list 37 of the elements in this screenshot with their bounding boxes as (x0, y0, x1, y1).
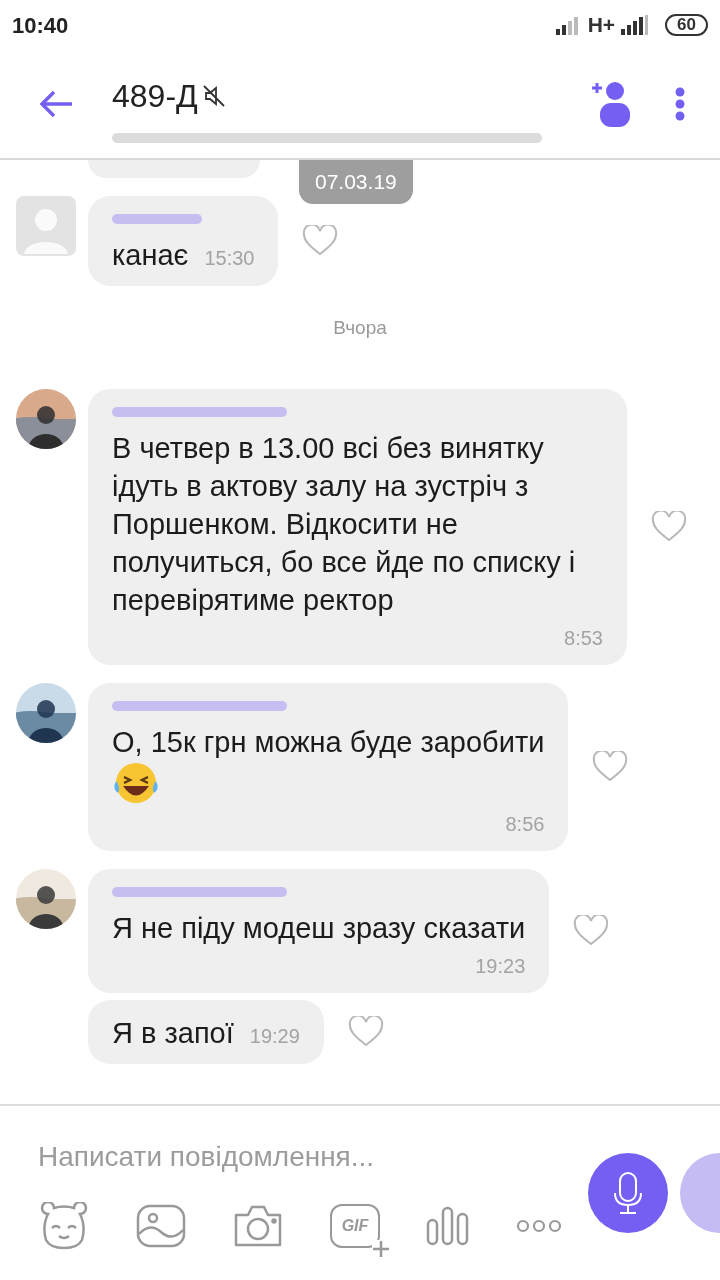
battery-indicator: 60 (665, 14, 708, 36)
message-bubble[interactable]: В четвер в 13.00 всі без винятку ідуть в актову залу на зустріч з Поршенком. Відкосити не получиться, бо все йде по списку і перевірятиме ректор 8:53 (88, 388, 627, 665)
message-time: 19:29 (249, 1023, 300, 1049)
heart-icon[interactable] (302, 225, 339, 257)
message-bubble[interactable]: О, 15к грн можна буде заробити 8:56 (88, 682, 569, 851)
camera-icon[interactable] (232, 1203, 284, 1249)
date-pill: 07.03.19 (299, 160, 413, 204)
message-text: В четвер в 13.00 всі без винятку ідуть в актову залу на зустріч з Поршенком. Відкосити не получиться, бо все йде по списку і перевірятиме ректор (112, 430, 577, 618)
message-time: 8:56 (505, 811, 545, 837)
chat-title: 489-Д (112, 77, 198, 116)
message-bubble[interactable]: Я в запої 19:29 (88, 999, 324, 1064)
signal-icon (621, 15, 650, 35)
more-icon[interactable] (516, 1219, 562, 1233)
message-bubble[interactable]: Я не піду модеш зразу сказати 19:23 (88, 868, 550, 993)
message-text: О, 15к грн можна буде заробити (112, 724, 545, 760)
heart-icon[interactable] (573, 914, 610, 947)
heart-icon[interactable] (651, 510, 687, 543)
day-separator: Вчора (333, 316, 387, 340)
menu-icon (674, 86, 686, 122)
message-input[interactable]: Написати повідомлення... (38, 1136, 538, 1178)
gallery-icon[interactable] (136, 1204, 186, 1248)
message-text: Я не піду модеш зразу сказати (112, 910, 526, 946)
message-text: Я в запої (112, 1015, 234, 1051)
message-time: 19:23 (475, 953, 526, 979)
sticker-icon[interactable] (38, 1202, 90, 1250)
heart-icon[interactable] (592, 750, 629, 783)
message-time: 8:53 (564, 625, 603, 651)
microphone-icon (613, 1171, 643, 1215)
network-type: H+ (587, 12, 616, 39)
add-person-icon (589, 79, 631, 129)
status-time: 10:40 (12, 11, 69, 40)
message-time: 15:30 (204, 246, 255, 271)
poll-icon[interactable] (426, 1206, 470, 1246)
message-bubble[interactable]: канає 15:30 (88, 196, 279, 286)
heart-icon[interactable] (347, 1015, 384, 1048)
back-arrow-icon (38, 89, 74, 119)
message-text: канає (112, 238, 189, 273)
